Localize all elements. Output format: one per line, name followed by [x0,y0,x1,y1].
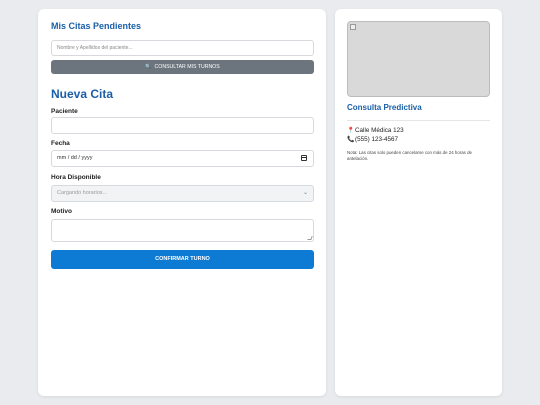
date-field[interactable]: mm / dd / yyyy [51,150,314,167]
phone-line: 📞(555) 123-4567 [347,136,398,143]
calendar-icon[interactable] [301,155,307,161]
map-pin-icon: 📍 [347,128,355,134]
pending-title: Mis Citas Pendientes [51,21,142,31]
cancellation-note: Nota: Las citas solo pueden cancelarse c… [347,150,472,161]
patient-search-input[interactable]: Nombre y Apellidos del paciente... [51,40,314,56]
patient-label: Paciente [51,108,78,115]
broken-image-icon [350,24,356,30]
time-label: Hora Disponible [51,174,101,181]
time-select[interactable]: Cargando horarios... ⌄ [51,185,314,202]
resize-handle-icon[interactable] [307,236,313,240]
consult-appointments-button[interactable]: 🔍 CONSULTAR MIS TURNOS [51,60,314,74]
reason-label: Motivo [51,208,72,215]
appointment-card: Mis Citas Pendientes Nombre y Apellidos … [38,9,326,396]
new-appointment-title: Nueva Cita [51,87,114,101]
search-icon: 🔍 [145,64,152,70]
date-label: Fecha [51,140,70,147]
clinic-image [347,21,490,97]
reason-textarea[interactable] [51,219,314,242]
phone-text: (555) 123-4567 [355,136,399,143]
patient-field[interactable] [51,117,314,134]
time-select-value: Cargando horarios... [57,190,108,196]
address-line: 📍Calle Médica 123 [347,127,404,134]
phone-icon: 📞 [347,137,355,143]
address-text: Calle Médica 123 [355,127,404,134]
chevron-down-icon: ⌄ [302,190,308,196]
consult-button-label: CONSULTAR MIS TURNOS [154,64,220,70]
confirm-appointment-button[interactable]: CONFIRMAR TURNO [51,250,314,269]
date-value: mm / dd / yyyy [57,155,93,161]
divider [347,120,490,121]
info-title: Consulta Predictiva [347,103,422,112]
info-card: Consulta Predictiva 📍Calle Médica 123 📞(… [335,9,502,396]
